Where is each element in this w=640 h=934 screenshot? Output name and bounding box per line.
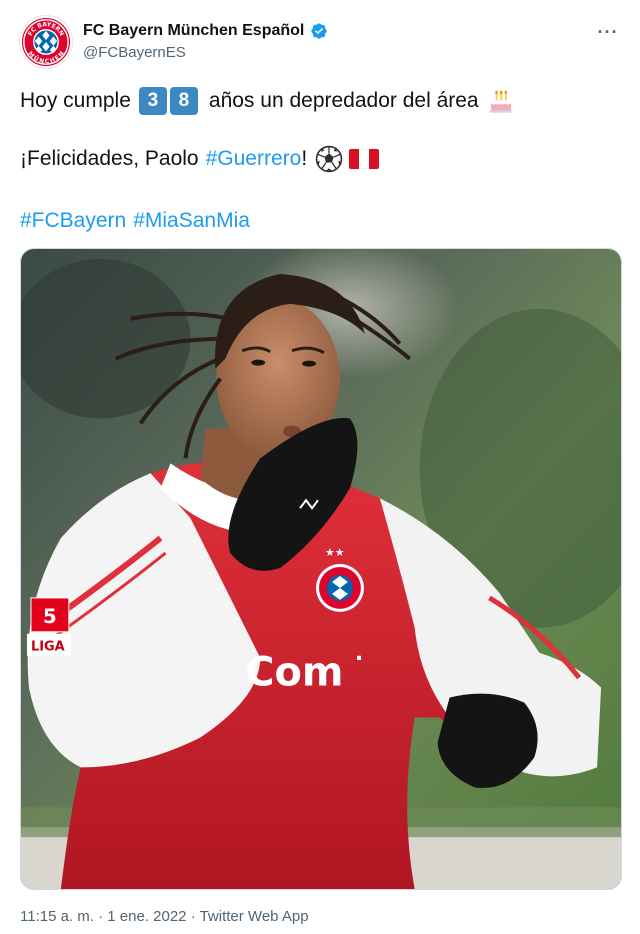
bundesliga-badge-number: 5 — [43, 605, 57, 628]
tweet-text-segment: Hoy cumple — [20, 89, 131, 112]
tweet-date[interactable]: 1 ene. 2022 — [107, 908, 186, 925]
account-names: FC Bayern München Español @FCBayernES — [83, 20, 328, 61]
svg-text:★★: ★★ — [325, 546, 345, 559]
tweet-card: FC BAYERN MÜNCHEN FC Bayern München Espa… — [0, 0, 640, 934]
tweet-client[interactable]: Twitter Web App — [200, 908, 309, 925]
more-options-button[interactable]: ··· — [594, 20, 622, 44]
more-horizontal-icon: ··· — [597, 22, 619, 42]
keycap-digit-3-emoji: 3 — [138, 87, 167, 115]
hashtag-guerrero-link[interactable]: #Guerrero — [206, 147, 302, 171]
tweet-timestamp[interactable]: 11:15 a. m. — [20, 908, 94, 925]
football-player-photo: ★★ Com · 5 LIGA — [21, 249, 621, 889]
svg-text:·: · — [355, 647, 363, 672]
tweet-text-segment: ! — [301, 147, 308, 170]
tweet-media-photo[interactable]: ★★ Com · 5 LIGA — [20, 248, 622, 890]
account-handle[interactable]: @FCBayernES — [83, 44, 328, 61]
tweet-text-line-2: ¡Felicidades, Paolo #Guerrero ! — [20, 142, 380, 176]
meta-separator: · — [186, 908, 200, 925]
keycap-digit-8-emoji: 8 — [169, 87, 198, 115]
avatar[interactable]: FC BAYERN MÜNCHEN — [20, 16, 72, 68]
tweet-text-segment: ¡Felicidades, Paolo — [20, 147, 199, 170]
shirt-sponsor-text: Com — [245, 650, 343, 696]
hashtag-fcbayern-link[interactable]: #FCBayern — [20, 209, 126, 233]
birthday-cake-icon — [488, 90, 513, 113]
meta-separator: · — [93, 908, 108, 925]
display-name[interactable]: FC Bayern München Español — [83, 22, 304, 40]
tweet-meta: 11:15 a. m. · 1 ene. 2022 · Twitter Web … — [20, 908, 309, 925]
display-name-row: FC Bayern München Español — [83, 20, 328, 42]
hashtag-miasanmia-link[interactable]: #MiaSanMia — [133, 209, 250, 233]
tweet-text-segment: años un depredador del área — [208, 89, 479, 112]
tweet-text-line-1: Hoy cumple 3 8 años un depredador del ár… — [20, 84, 515, 118]
peru-flag-icon — [349, 149, 380, 169]
bundesliga-badge-text: LIGA — [31, 640, 65, 655]
soccer-ball-icon — [315, 145, 343, 173]
verified-badge-icon — [311, 23, 328, 39]
tweet-text-line-3: #FCBayern #MiaSanMia — [20, 204, 250, 238]
tweet-header: FC BAYERN MÜNCHEN FC Bayern München Espa… — [20, 16, 628, 68]
fc-bayern-crest-icon: FC BAYERN MÜNCHEN — [22, 18, 70, 66]
